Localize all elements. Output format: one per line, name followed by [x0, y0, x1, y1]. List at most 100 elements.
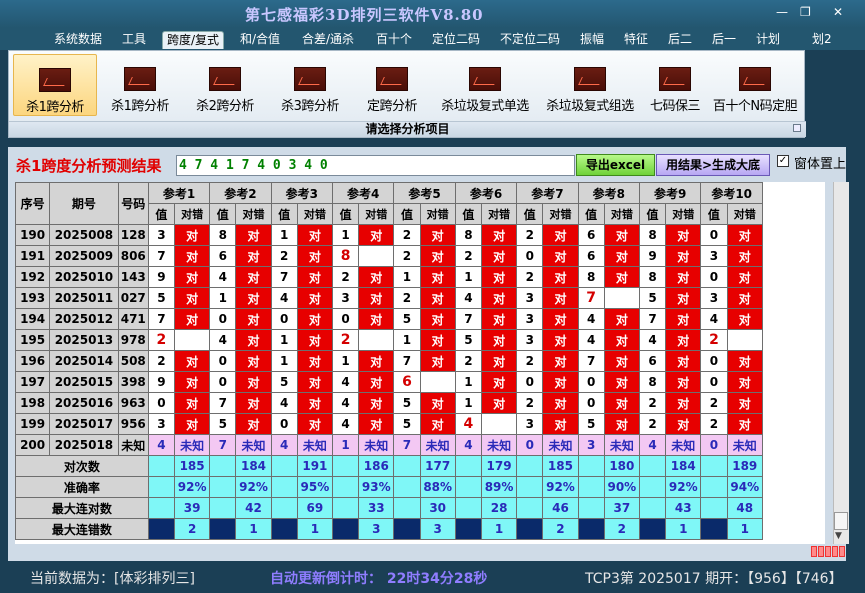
pending-row[interactable]: 200 2025018 未知 4 未知 7 未知 4 未知 1 未知 7 未知 4 未知 0 未知 3 未知 4 未知 0…: [15, 434, 764, 456]
menu-item[interactable]: 特征: [624, 31, 648, 49]
summary-value: 89%: [480, 476, 518, 498]
table-row[interactable]: 192 2025010 143 9 对 4 对 7 对 2 对 1 对 1 对 2 对 8 对 8 对 0 对: [15, 266, 764, 288]
menu-item[interactable]: 系统数据: [54, 31, 102, 49]
result-subheader: 对错: [235, 203, 272, 225]
correct-cell: 对: [542, 224, 579, 246]
value-cell: 3: [147, 224, 176, 246]
correct-cell: 对: [603, 413, 640, 435]
menu-item[interactable]: 和/合值: [240, 31, 280, 49]
scrollbar-thumb[interactable]: [834, 512, 848, 530]
ref-header: 参考4: [332, 182, 395, 204]
value-cell: 7: [147, 308, 176, 330]
ref-header: 参考8: [577, 182, 640, 204]
restore-icon[interactable]: ❐: [800, 5, 811, 19]
correct-cell: 对: [665, 350, 702, 372]
wrong-cell: [603, 287, 640, 309]
menu-item[interactable]: 不定位二码: [500, 31, 560, 49]
value-subheader: 值: [393, 203, 421, 225]
value-cell: 9: [638, 245, 667, 267]
menu-item[interactable]: 定位二码: [432, 31, 480, 49]
summary-spacer: [577, 455, 605, 477]
pending-value-cell: 4: [270, 434, 298, 456]
summary-value: 92%: [665, 476, 702, 498]
vertical-scrollbar[interactable]: [833, 182, 849, 544]
menu-item[interactable]: 工具: [122, 31, 146, 49]
summary-spacer: [638, 455, 667, 477]
correct-cell: 对: [726, 245, 764, 267]
menu-item[interactable]: 划2: [812, 31, 832, 49]
ribbon-button-label: 杀1跨分析: [26, 100, 84, 115]
seq-cell: 199: [15, 413, 51, 435]
summary-spacer: [577, 497, 605, 519]
period-cell: 2025017: [49, 413, 119, 435]
ribbon-button[interactable]: 杀垃圾复式单选: [433, 54, 537, 116]
status-bar: 当前数据为：[体彩排列三] 自动更新倒计时： 22时34分28秒 TCP3第 2…: [0, 563, 865, 593]
table-row[interactable]: 198 2025016 963 0 对 7 对 4 对 4 对 5 对 1 对 2 对 0 对 2 对 2 对: [15, 392, 764, 414]
ribbon-dialog-launcher-icon[interactable]: [793, 124, 801, 132]
ribbon-button[interactable]: 杀2跨分析: [183, 54, 267, 116]
summary-value: 33: [358, 497, 395, 519]
generate-base-button[interactable]: 用结果>生成大底: [656, 154, 770, 176]
table-row[interactable]: 199 2025017 956 3 对 5 对 0 对 4 对 5 对 4 3 对 5 对 2 对 2 对: [15, 413, 764, 435]
topmost-label: 窗体置上: [794, 157, 847, 172]
ribbon-button[interactable]: 百十个N码定胆: [708, 54, 802, 116]
period-cell: 2025011: [49, 287, 119, 309]
ribbon-button[interactable]: 杀3跨分析: [268, 54, 352, 116]
summary-spacer: [209, 476, 237, 498]
topmost-checkbox[interactable]: ✓: [777, 155, 789, 167]
result-field[interactable]: 4 7 4 1 7 4 0 3 4 0: [176, 155, 575, 176]
table-row[interactable]: 190 2025008 128 3 对 8 对 1 对 1 对 2 对 8 对 2 对 6 对 8 对 0 对: [15, 224, 764, 246]
correct-cell: 对: [296, 224, 334, 246]
summary-spacer: [209, 518, 237, 540]
summary-value: 184: [665, 455, 702, 477]
minimize-icon[interactable]: —: [776, 5, 788, 19]
table-row[interactable]: 197 2025015 398 9 对 0 对 5 对 4 对 6 1 对 0 对 0 对 8 对 0 对: [15, 371, 764, 393]
menu-item[interactable]: 后二: [668, 31, 692, 49]
export-excel-button[interactable]: 导出excel: [576, 154, 655, 176]
value-cell: 5: [270, 371, 298, 393]
correct-cell: 对: [419, 245, 456, 267]
summary-spacer: [516, 455, 544, 477]
menu-item[interactable]: 振幅: [580, 31, 604, 49]
value-cell: 8: [638, 266, 667, 288]
table-row[interactable]: 193 2025011 027 5 对 1 对 4 对 3 对 2 对 4 对 3 对 7 5 对 3 对: [15, 287, 764, 309]
table-row[interactable]: 191 2025009 806 7 对 6 对 2 对 8 2 对 2 对 0 对 6 对 9 对 3 对: [15, 245, 764, 267]
resize-grip-icon[interactable]: [811, 546, 849, 559]
ribbon-button[interactable]: 定跨分析: [353, 54, 431, 116]
chart-icon: [659, 67, 691, 91]
summary-spacer: [516, 518, 544, 540]
correct-cell: 对: [603, 371, 640, 393]
correct-cell: 对: [665, 287, 702, 309]
value-cell: 3: [516, 308, 544, 330]
summary-value: 95%: [296, 476, 334, 498]
menu-item[interactable]: 百十个: [376, 31, 412, 49]
table-row[interactable]: 196 2025014 508 2 对 0 对 1 对 1 对 7 对 2 对 2 对 7 对 6 对 0 对: [15, 350, 764, 372]
menu-item[interactable]: 后一: [712, 31, 736, 49]
correct-cell: 对: [726, 224, 764, 246]
summary-spacer: [332, 497, 360, 519]
ribbon-button[interactable]: 杀1跨分析: [13, 54, 97, 116]
ribbon-button[interactable]: 杀1跨分析: [98, 54, 182, 116]
number-header: 号码: [117, 182, 149, 225]
menu-item[interactable]: 跨度/复式: [162, 31, 225, 49]
close-icon[interactable]: ✕: [833, 5, 843, 19]
value-cell: 2: [516, 266, 544, 288]
summary-label: 准确率: [15, 476, 149, 498]
summary-value: 88%: [419, 476, 456, 498]
summary-spacer: [700, 455, 728, 477]
wrong-cell: [419, 371, 456, 393]
value-cell: 3: [700, 245, 728, 267]
ribbon-button-label: 杀垃圾复式组选: [546, 99, 634, 114]
ribbon-button[interactable]: 七码保三: [643, 54, 707, 116]
value-cell: 0: [577, 392, 605, 414]
value-cell: 4: [270, 287, 298, 309]
menu-item[interactable]: 合差/通杀: [302, 31, 354, 49]
scroll-down-icon[interactable]: ▼: [835, 531, 842, 541]
ribbon-button[interactable]: 杀垃圾复式组选: [538, 54, 642, 116]
correct-cell: 对: [173, 413, 211, 435]
menu-item[interactable]: 计划: [756, 31, 780, 49]
value-cell: 1: [270, 224, 298, 246]
table-row[interactable]: 195 2025013 978 2 4 对 1 对 2 1 对 5 对 3 对 4 对 4 对 2: [15, 329, 764, 351]
seq-cell: 192: [15, 266, 51, 288]
table-row[interactable]: 194 2025012 471 7 对 0 对 0 对 0 对 5 对 7 对 3 对 4 对 7 对 4 对: [15, 308, 764, 330]
